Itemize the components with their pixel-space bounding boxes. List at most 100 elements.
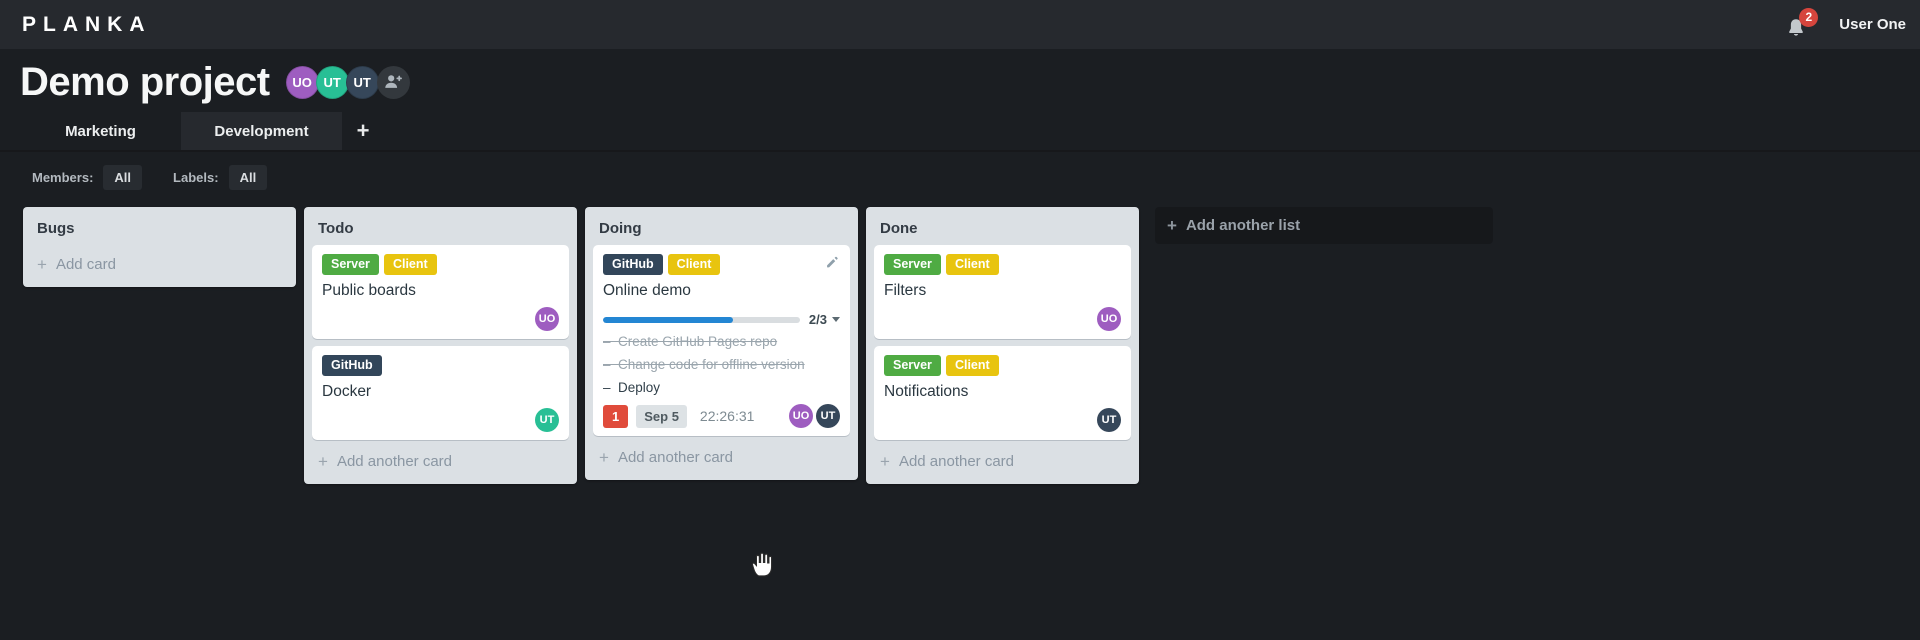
list: Todo Server Client Public boards UO GitHub Doc… <box>304 207 577 484</box>
member-avatar: UT <box>1097 408 1121 432</box>
card-label: Client <box>383 254 437 275</box>
task-list: Create GitHub Pages repoChange code for … <box>603 330 840 399</box>
card-label: Client <box>945 355 999 376</box>
plus-icon: + <box>599 448 609 467</box>
board-tabs: Marketing Development + <box>0 112 1920 152</box>
task-progress: 2/3 <box>603 312 840 327</box>
plus-icon: + <box>1167 216 1177 235</box>
filter-bar: Members: All Labels: All <box>0 152 1920 201</box>
card-members: UT <box>884 408 1121 432</box>
card[interactable]: GitHubClient Online demo 2/3 Create GitHub … <box>593 245 850 436</box>
timer-badge[interactable]: 22:26:31 <box>700 408 755 424</box>
add-list-button[interactable]: + Add another list <box>1155 207 1493 244</box>
member-avatar: UO <box>789 404 813 428</box>
card-footer: 1 Sep 5 22:26:31 UO UT <box>603 404 840 428</box>
card-labels: Server Client <box>322 254 559 275</box>
card-labels: GitHub Client <box>603 254 840 275</box>
add-card-button[interactable]: + Add card <box>23 243 296 287</box>
add-card-label: Add another card <box>617 449 734 466</box>
task-item: Create GitHub Pages repo <box>603 330 840 353</box>
task-item: Deploy <box>603 376 840 399</box>
hand-cursor <box>751 552 773 577</box>
add-card-button[interactable]: + Add another card <box>304 440 577 484</box>
member-avatar: UO <box>1097 307 1121 331</box>
card-name: Docker <box>322 383 372 400</box>
list: Bugs + Add card <box>23 207 296 287</box>
list: Doing GitHubClient Online demo 2/3 Create Gi… <box>585 207 858 480</box>
card-members: UO <box>322 307 559 331</box>
member-avatar: UO <box>535 307 559 331</box>
tabs-holder: Marketing Development <box>20 112 342 150</box>
labels-filter: Labels: All <box>173 165 268 190</box>
task-item: Change code for offline version <box>603 353 840 376</box>
list-title[interactable]: Bugs <box>23 207 296 243</box>
card-label: Client <box>667 254 721 275</box>
progress-label[interactable]: 2/3 <box>809 312 840 327</box>
pencil-icon <box>827 256 838 268</box>
card[interactable]: Server Client Filters UO <box>874 245 1131 339</box>
due-date-badge[interactable]: Sep 5 <box>636 404 687 428</box>
add-card-label: Add another card <box>336 453 453 470</box>
card-labels: GitHub <box>322 355 559 376</box>
card-notification-badge: 1 <box>603 404 629 428</box>
progress-bar-fill <box>603 316 733 323</box>
member-avatar: UO <box>285 65 319 99</box>
tab-marketing[interactable]: Marketing <box>20 112 181 150</box>
card-name: Notifications <box>884 383 969 400</box>
list-title[interactable]: Done <box>866 207 1139 243</box>
list-title[interactable]: Doing <box>585 207 858 243</box>
member-avatar: UT <box>535 408 559 432</box>
user-menu[interactable]: User One <box>1839 16 1906 33</box>
top-bar: PLANKA 2 User One <box>0 0 1920 49</box>
cards-container: GitHubClient Online demo 2/3 Create GitHub … <box>585 243 858 436</box>
card-label: Client <box>945 254 999 275</box>
card[interactable]: Server Client Public boards UO <box>312 245 569 339</box>
plus-icon: + <box>356 118 370 143</box>
labels-filter-value[interactable]: All <box>228 165 268 190</box>
add-card-label: Add card <box>55 256 116 273</box>
card-name: Online demo <box>603 282 691 299</box>
board: Bugs + Add card Todo Server Client Public boar… <box>0 201 1920 577</box>
list: Done Server Client Filters UO Server Client Not… <box>866 207 1139 484</box>
member-avatar: UT <box>345 65 379 99</box>
add-member-button[interactable] <box>376 65 410 99</box>
project-title[interactable]: Demo project <box>20 62 270 102</box>
tab-development[interactable]: Development <box>181 112 342 150</box>
notifications-badge: 2 <box>1799 7 1819 27</box>
members-filter-value[interactable]: All <box>103 165 143 190</box>
project-header: Demo project UO UT UT <box>0 49 1920 103</box>
project-members: UO UT UT <box>285 65 410 99</box>
cards-container: Server Client Public boards UO GitHub Docker U… <box>304 243 577 440</box>
add-user-icon <box>385 75 403 88</box>
card-members: UT <box>322 408 559 432</box>
add-card-button[interactable]: + Add another card <box>585 436 858 480</box>
labels-filter-label: Labels: <box>173 170 219 185</box>
members-filter-label: Members: <box>32 170 94 185</box>
add-card-button[interactable]: + Add another card <box>866 440 1139 484</box>
plus-icon: + <box>880 452 890 471</box>
members-filter: Members: All <box>32 165 143 190</box>
progress-bar <box>603 316 800 323</box>
card-edit-button[interactable] <box>825 254 841 270</box>
card-label: Server <box>884 254 941 275</box>
list-title[interactable]: Todo <box>304 207 577 243</box>
member-avatar: UT <box>816 404 840 428</box>
card-label: GitHub <box>603 254 663 275</box>
notifications-button[interactable]: 2 <box>1785 7 1819 38</box>
add-card-label: Add another card <box>898 453 1015 470</box>
card-labels: Server Client <box>884 254 1121 275</box>
card-label: GitHub <box>322 355 382 376</box>
card-name: Filters <box>884 282 927 299</box>
member-avatar: UT <box>315 65 349 99</box>
card[interactable]: GitHub Docker UT <box>312 346 569 440</box>
card[interactable]: Server Client Notifications UT <box>874 346 1131 440</box>
app-logo: PLANKA <box>22 12 152 36</box>
lists-holder: Bugs + Add card Todo Server Client Public boar… <box>23 207 1139 484</box>
card-members: UO UT <box>789 404 840 428</box>
add-board-button[interactable]: + <box>342 112 384 150</box>
add-list-label: Add another list <box>1185 217 1301 234</box>
cards-container: Server Client Filters UO Server Client Notific… <box>866 243 1139 440</box>
card-label: Server <box>884 355 941 376</box>
card-labels: Server Client <box>884 355 1121 376</box>
caret-down-icon <box>832 317 840 322</box>
